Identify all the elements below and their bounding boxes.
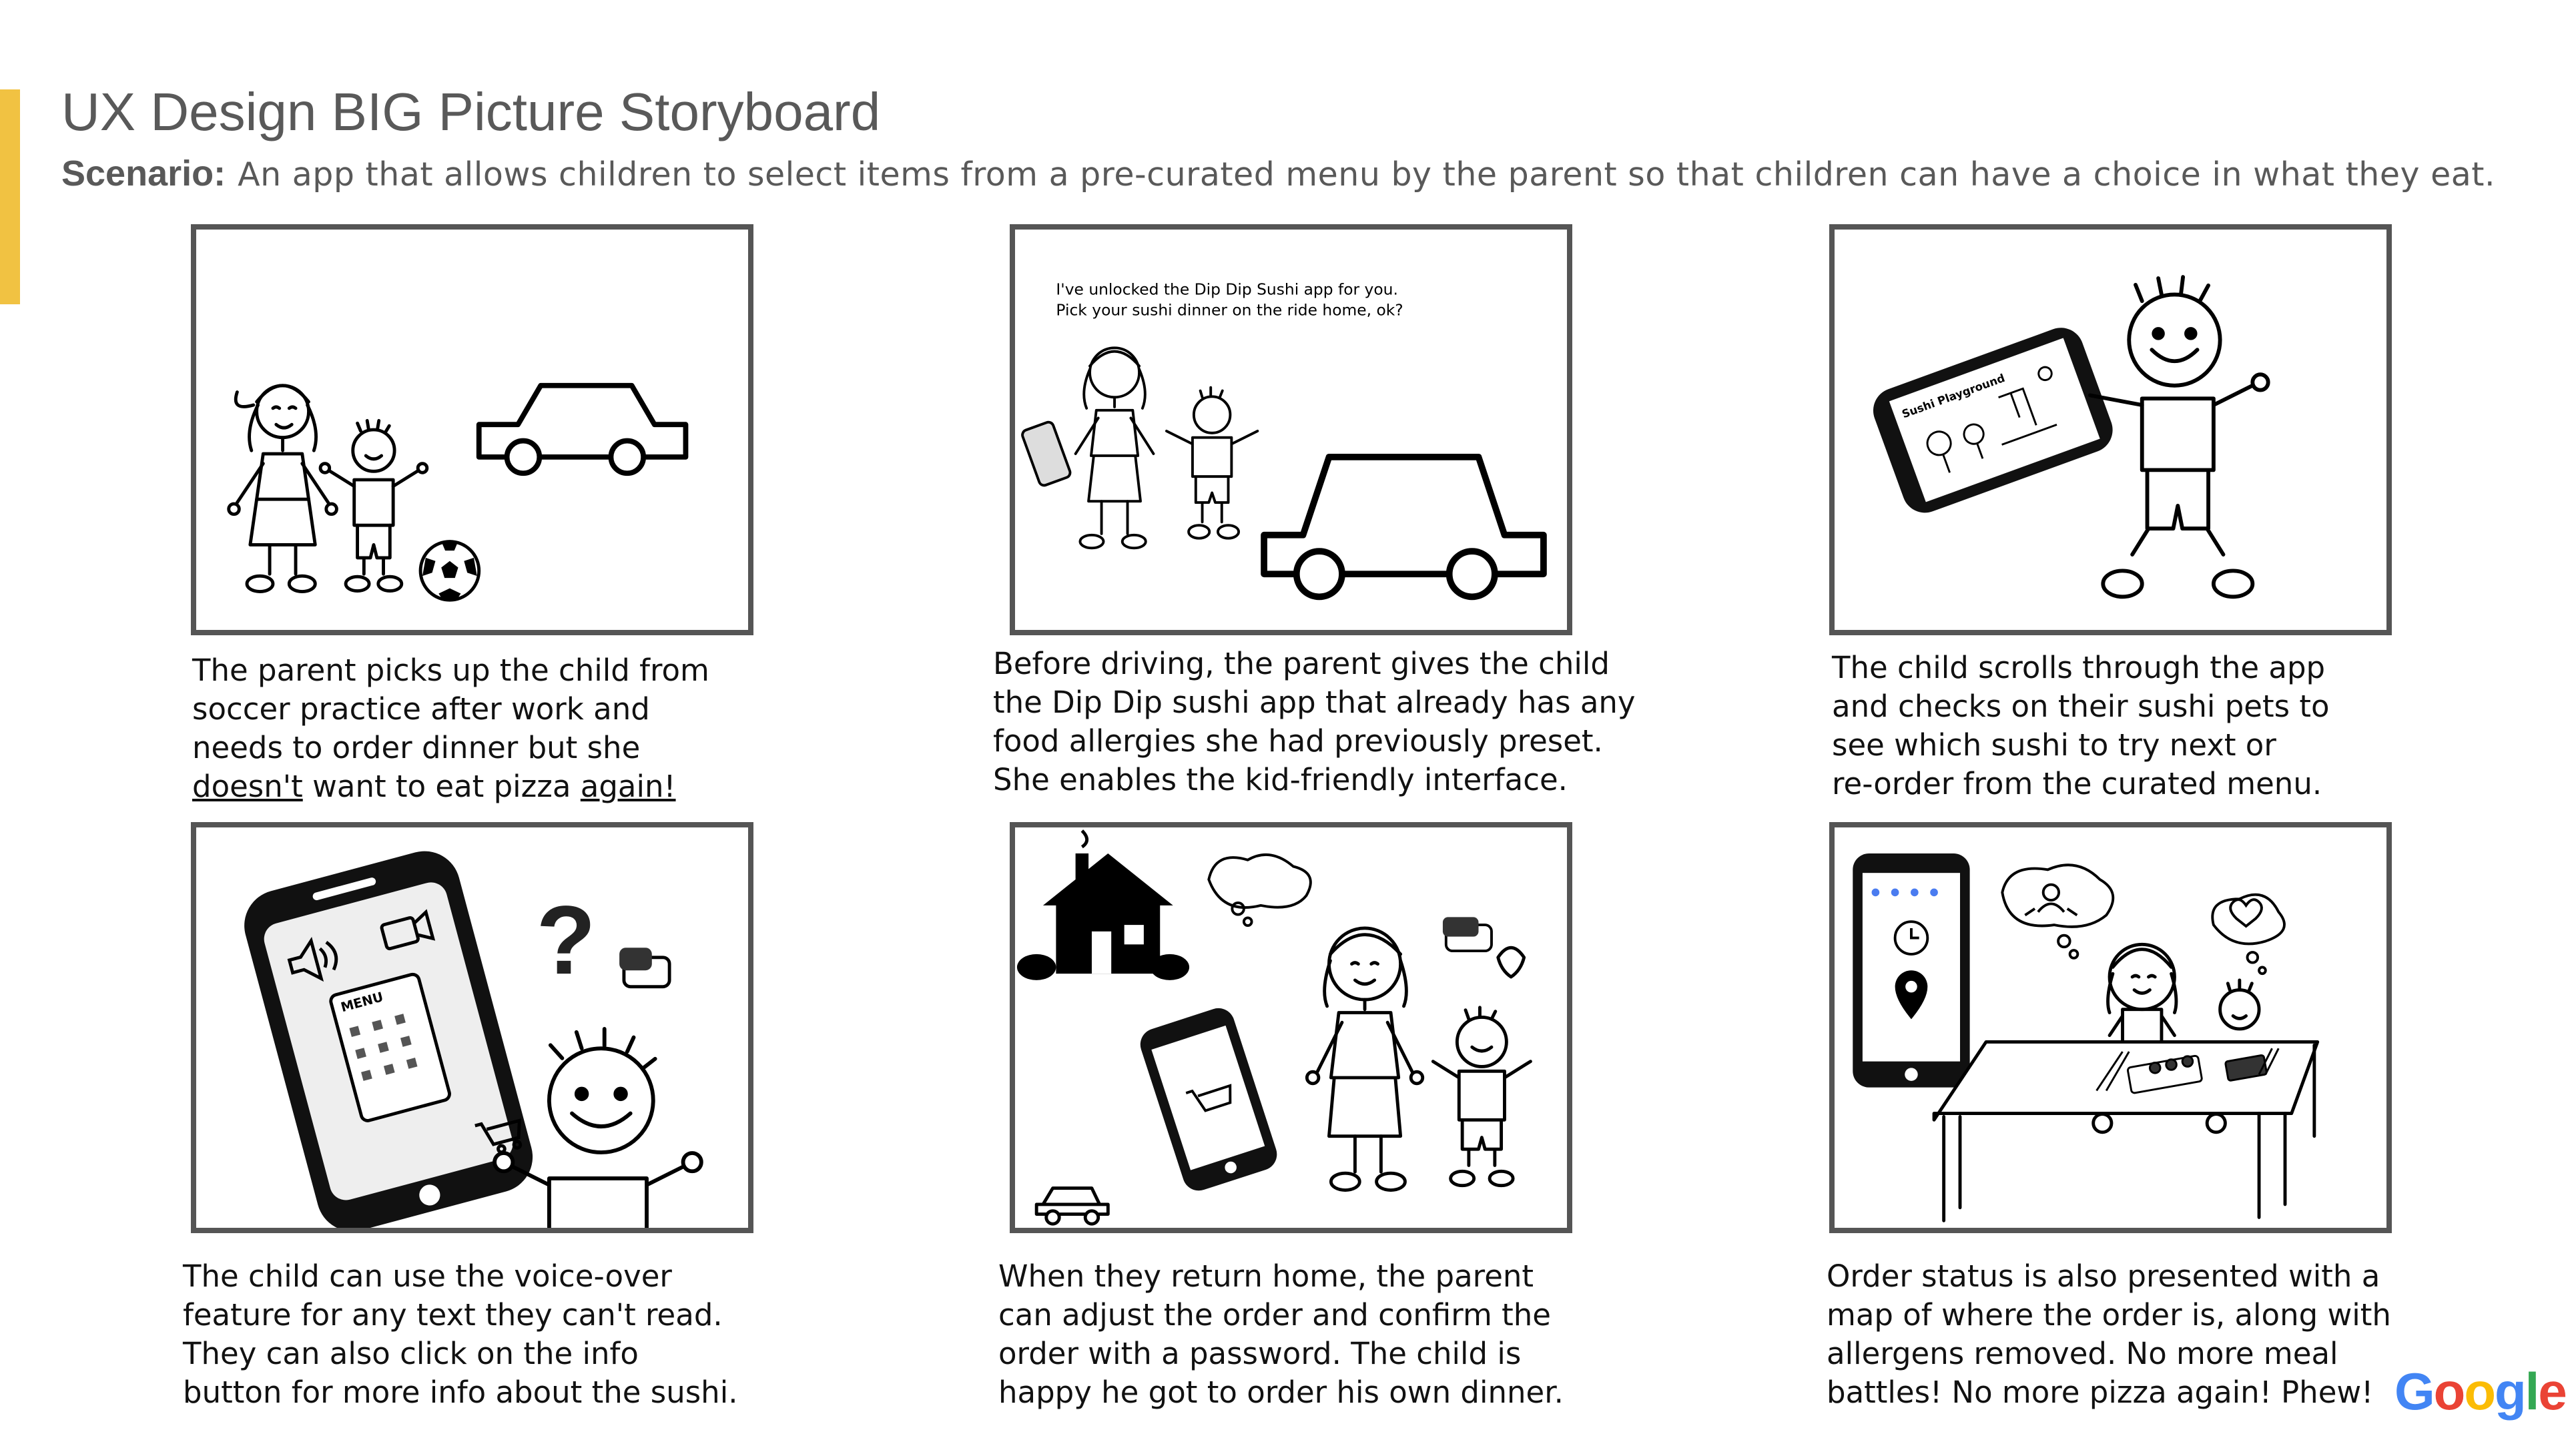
scenario-label: Scenario:	[61, 153, 226, 194]
caption-line: The parent picks up the child from	[192, 653, 709, 688]
caption-line: soccer practice after work and	[192, 691, 650, 727]
panel-5-caption: When they return home, the parent can adj…	[998, 1257, 1564, 1412]
caption-line: She enables the kid-friendly interface.	[993, 762, 1568, 797]
caption-line: allergens removed. No more meal	[1827, 1336, 2338, 1371]
logo-letter: o	[2433, 1362, 2466, 1421]
voice-over-illustration: MENU ?	[244, 851, 703, 1228]
phone-map-icon	[1853, 853, 1970, 1088]
storyboard-panel-2: I've unlocked the Dip Dip Sushi app for …	[1010, 224, 1572, 635]
caption-line: food allergies she had previously preset…	[993, 723, 1603, 759]
logo-letter: g	[2494, 1362, 2527, 1421]
caption-line: order with a password. The child is	[998, 1336, 1522, 1371]
logo-letter: l	[2525, 1362, 2540, 1421]
caption-line: needs to order dinner but she	[192, 730, 641, 765]
storyboard-panel-1	[191, 224, 753, 635]
caption-line: map of where the order is, along with	[1827, 1297, 2391, 1333]
caption-line: happy he got to order his own dinner.	[998, 1375, 1564, 1410]
caption-line: can adjust the order and confirm the	[998, 1297, 1551, 1333]
panel-6-caption: Order status is also presented with a map…	[1827, 1257, 2391, 1412]
scenario-line: Scenario: An app that allows children to …	[61, 152, 2495, 194]
pickup-illustration	[227, 382, 689, 602]
panel-4-caption: The child can use the voice-over feature …	[183, 1257, 738, 1412]
storyboard-panel-3: Sushi Playground	[1829, 224, 2392, 635]
storyboard-panel-6	[1829, 822, 2392, 1233]
panel-1-caption: The parent picks up the child from soccer…	[192, 651, 709, 806]
underlined-word: again!	[580, 769, 676, 804]
caption-line: They can also click on the info	[183, 1336, 639, 1371]
panel-3-caption: The child scrolls through the app and che…	[1832, 649, 2330, 803]
page-title: UX Design BIG Picture Storyboard	[61, 82, 881, 141]
caption-line: battles! No more pizza again! Phew!	[1827, 1375, 2374, 1410]
underlined-word: doesn't	[192, 769, 303, 804]
soccer-ball-icon	[418, 540, 481, 602]
speech-line: I've unlocked the Dip Dip Sushi app for …	[1056, 280, 1398, 298]
scenario-text: An app that allows children to select it…	[238, 155, 2496, 194]
caption-line: The child can use the voice-over	[183, 1258, 672, 1294]
caption-line: The child scrolls through the app	[1832, 650, 2326, 685]
caption-line: When they return home, the parent	[998, 1258, 1534, 1294]
panel-2-caption: Before driving, the parent gives the chi…	[993, 645, 1636, 799]
question-mark: ?	[536, 885, 595, 994]
storyboard-panel-4: MENU ?	[191, 822, 753, 1233]
logo-letter: G	[2394, 1362, 2435, 1421]
caption-line: Order status is also presented with a	[1827, 1258, 2380, 1294]
caption-line: Before driving, the parent gives the chi…	[993, 646, 1610, 681]
caption-line: see which sushi to try next or	[1832, 727, 2276, 763]
google-logo: Google	[2394, 1361, 2567, 1422]
home-confirm-illustration	[1016, 829, 1532, 1226]
caption-line: and checks on their sushi pets to	[1832, 689, 2330, 724]
house-icon	[1016, 829, 1190, 980]
phone-scroll-illustration: Sushi Playground	[1873, 275, 2270, 599]
caption-line: feature for any text they can't read.	[183, 1297, 723, 1333]
caption-fragment: want to eat pizza	[302, 769, 581, 804]
accent-bar	[0, 89, 20, 304]
sushi-icon	[619, 948, 671, 989]
car-handoff-illustration: I've unlocked the Dip Dip Sushi app for …	[1021, 280, 1547, 601]
speech-line: Pick your sushi dinner on the ride home,…	[1056, 301, 1403, 320]
storyboard-panel-5	[1010, 822, 1572, 1233]
caption-line: doesn't want to eat pizza again!	[192, 767, 709, 806]
caption-line: the Dip Dip sushi app that already has a…	[993, 685, 1636, 720]
sushi-icon	[1442, 917, 1493, 953]
order-status-illustration	[1853, 853, 2320, 1222]
caption-line: button for more info about the sushi.	[183, 1375, 738, 1410]
logo-letter: o	[2464, 1362, 2496, 1421]
caption-line: re-order from the curated menu.	[1832, 766, 2322, 801]
logo-letter: e	[2538, 1362, 2567, 1421]
